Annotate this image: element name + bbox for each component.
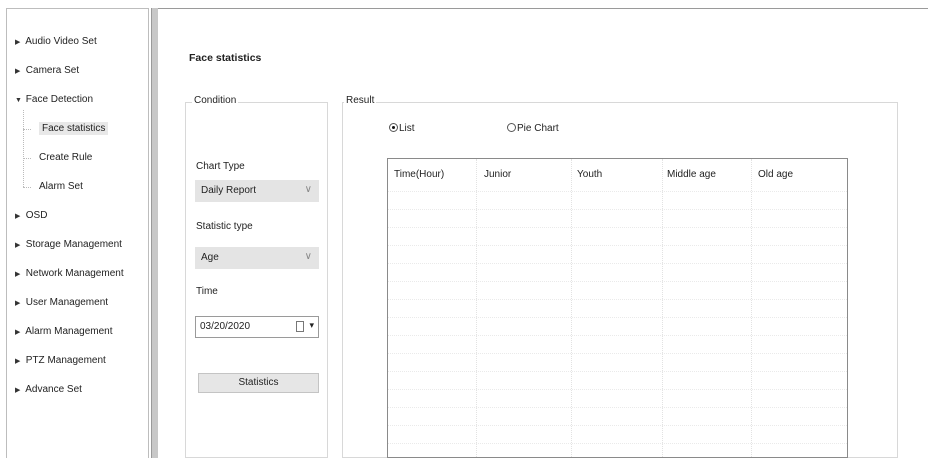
sub-item-label: Create Rule xyxy=(39,152,93,163)
row-divider xyxy=(388,191,847,192)
column-header-youth[interactable]: Youth xyxy=(577,169,602,180)
pie-chart-radio-label: Pie Chart xyxy=(517,123,559,134)
chart-type-label: Chart Type xyxy=(196,161,245,172)
expand-arrow-icon: ▶ xyxy=(15,387,21,394)
chart-type-value: Daily Report xyxy=(201,185,257,196)
row-divider xyxy=(388,335,847,336)
nav-item-label: User Management xyxy=(25,297,109,308)
nav-item-label: Audio Video Set xyxy=(25,36,97,47)
time-label: Time xyxy=(196,286,218,297)
statistic-type-label: Statistic type xyxy=(196,221,253,232)
row-divider xyxy=(388,263,847,264)
collapse-arrow-icon: ▼ xyxy=(15,97,22,104)
row-divider xyxy=(388,245,847,246)
statistics-button[interactable]: Statistics xyxy=(198,373,319,393)
column-header-old-age[interactable]: Old age xyxy=(758,169,793,180)
sidebar-nav: ▶ Audio Video Set ▶ Camera Set ▼ Face De… xyxy=(6,8,149,458)
nav-item-label: Advance Set xyxy=(25,384,82,395)
tree-connector xyxy=(23,158,31,159)
row-divider xyxy=(388,371,847,372)
expand-arrow-icon: ▶ xyxy=(15,358,21,365)
sub-item-alarm-set[interactable]: Alarm Set xyxy=(39,179,83,195)
sub-item-label: Alarm Set xyxy=(39,181,83,192)
calendar-icon[interactable] xyxy=(296,321,304,332)
chart-type-select[interactable]: Daily Report ∨ xyxy=(195,180,319,202)
nav-item-label: Face Detection xyxy=(25,94,94,105)
nav-item-osd[interactable]: ▶ OSD xyxy=(15,208,47,224)
nav-item-ptz-management[interactable]: ▶ PTZ Management xyxy=(15,353,106,369)
nav-item-label: PTZ Management xyxy=(25,355,106,366)
expand-arrow-icon: ▶ xyxy=(15,213,21,220)
nav-item-label: Alarm Management xyxy=(25,326,113,337)
row-divider xyxy=(388,209,847,210)
dropdown-arrow-icon[interactable]: ▾ xyxy=(309,320,314,331)
statistic-type-select[interactable]: Age ∨ xyxy=(195,247,319,269)
tree-connector xyxy=(23,187,31,188)
row-divider xyxy=(388,299,847,300)
page-title: Face statistics xyxy=(189,52,262,64)
expand-arrow-icon: ▶ xyxy=(15,68,21,75)
expand-arrow-icon: ▶ xyxy=(15,300,21,307)
row-divider xyxy=(388,227,847,228)
chevron-down-icon: ∨ xyxy=(304,251,312,262)
pie-chart-radio[interactable]: Pie Chart xyxy=(507,122,559,136)
nav-item-network-management[interactable]: ▶ Network Management xyxy=(15,266,124,282)
expand-arrow-icon: ▶ xyxy=(15,329,21,336)
row-divider xyxy=(388,443,847,444)
nav-item-camera-set[interactable]: ▶ Camera Set xyxy=(15,63,79,79)
statistic-type-value: Age xyxy=(201,252,219,263)
condition-group-label: Condition xyxy=(192,95,239,107)
list-radio-label: List xyxy=(399,123,415,134)
result-group-label: Result xyxy=(344,95,377,107)
nav-item-audio-video-set[interactable]: ▶ Audio Video Set xyxy=(15,34,97,50)
nav-item-face-detection[interactable]: ▼ Face Detection xyxy=(15,92,93,108)
sub-item-create-rule[interactable]: Create Rule xyxy=(39,150,92,166)
tree-connector xyxy=(23,110,24,187)
list-radio[interactable]: List xyxy=(389,122,415,136)
row-divider xyxy=(388,353,847,354)
tree-connector xyxy=(23,129,31,130)
sub-item-label: Face statistics xyxy=(39,122,109,135)
column-header-time[interactable]: Time(Hour) xyxy=(394,169,444,180)
column-header-junior[interactable]: Junior xyxy=(484,169,511,180)
radio-selected-icon xyxy=(389,123,398,132)
radio-unselected-icon xyxy=(507,123,516,132)
nav-item-label: OSD xyxy=(25,210,48,221)
column-divider xyxy=(751,159,752,457)
date-picker[interactable]: 03/20/2020 ▾ xyxy=(195,316,319,338)
row-divider xyxy=(388,317,847,318)
nav-item-user-management[interactable]: ▶ User Management xyxy=(15,295,108,311)
column-divider xyxy=(476,159,477,457)
expand-arrow-icon: ▶ xyxy=(15,242,21,249)
expand-arrow-icon: ▶ xyxy=(15,271,21,278)
column-header-middle-age[interactable]: Middle age xyxy=(667,169,716,180)
nav-item-label: Network Management xyxy=(25,268,124,279)
expand-arrow-icon: ▶ xyxy=(15,39,21,46)
row-divider xyxy=(388,425,847,426)
column-divider xyxy=(571,159,572,457)
date-value: 03/20/2020 xyxy=(200,321,251,332)
nav-item-alarm-management[interactable]: ▶ Alarm Management xyxy=(15,324,113,340)
column-divider xyxy=(662,159,663,457)
row-divider xyxy=(388,389,847,390)
nav-item-advance-set[interactable]: ▶ Advance Set xyxy=(15,382,82,398)
sub-item-face-statistics[interactable]: Face statistics xyxy=(39,121,109,137)
result-table: Time(Hour) Junior Youth Middle age Old a… xyxy=(387,158,848,458)
nav-item-label: Storage Management xyxy=(25,239,122,250)
nav-item-label: Camera Set xyxy=(25,65,80,76)
panel-splitter[interactable] xyxy=(151,8,158,458)
row-divider xyxy=(388,281,847,282)
nav-item-storage-management[interactable]: ▶ Storage Management xyxy=(15,237,122,253)
condition-group xyxy=(185,102,328,458)
chevron-down-icon: ∨ xyxy=(304,184,312,195)
row-divider xyxy=(388,407,847,408)
